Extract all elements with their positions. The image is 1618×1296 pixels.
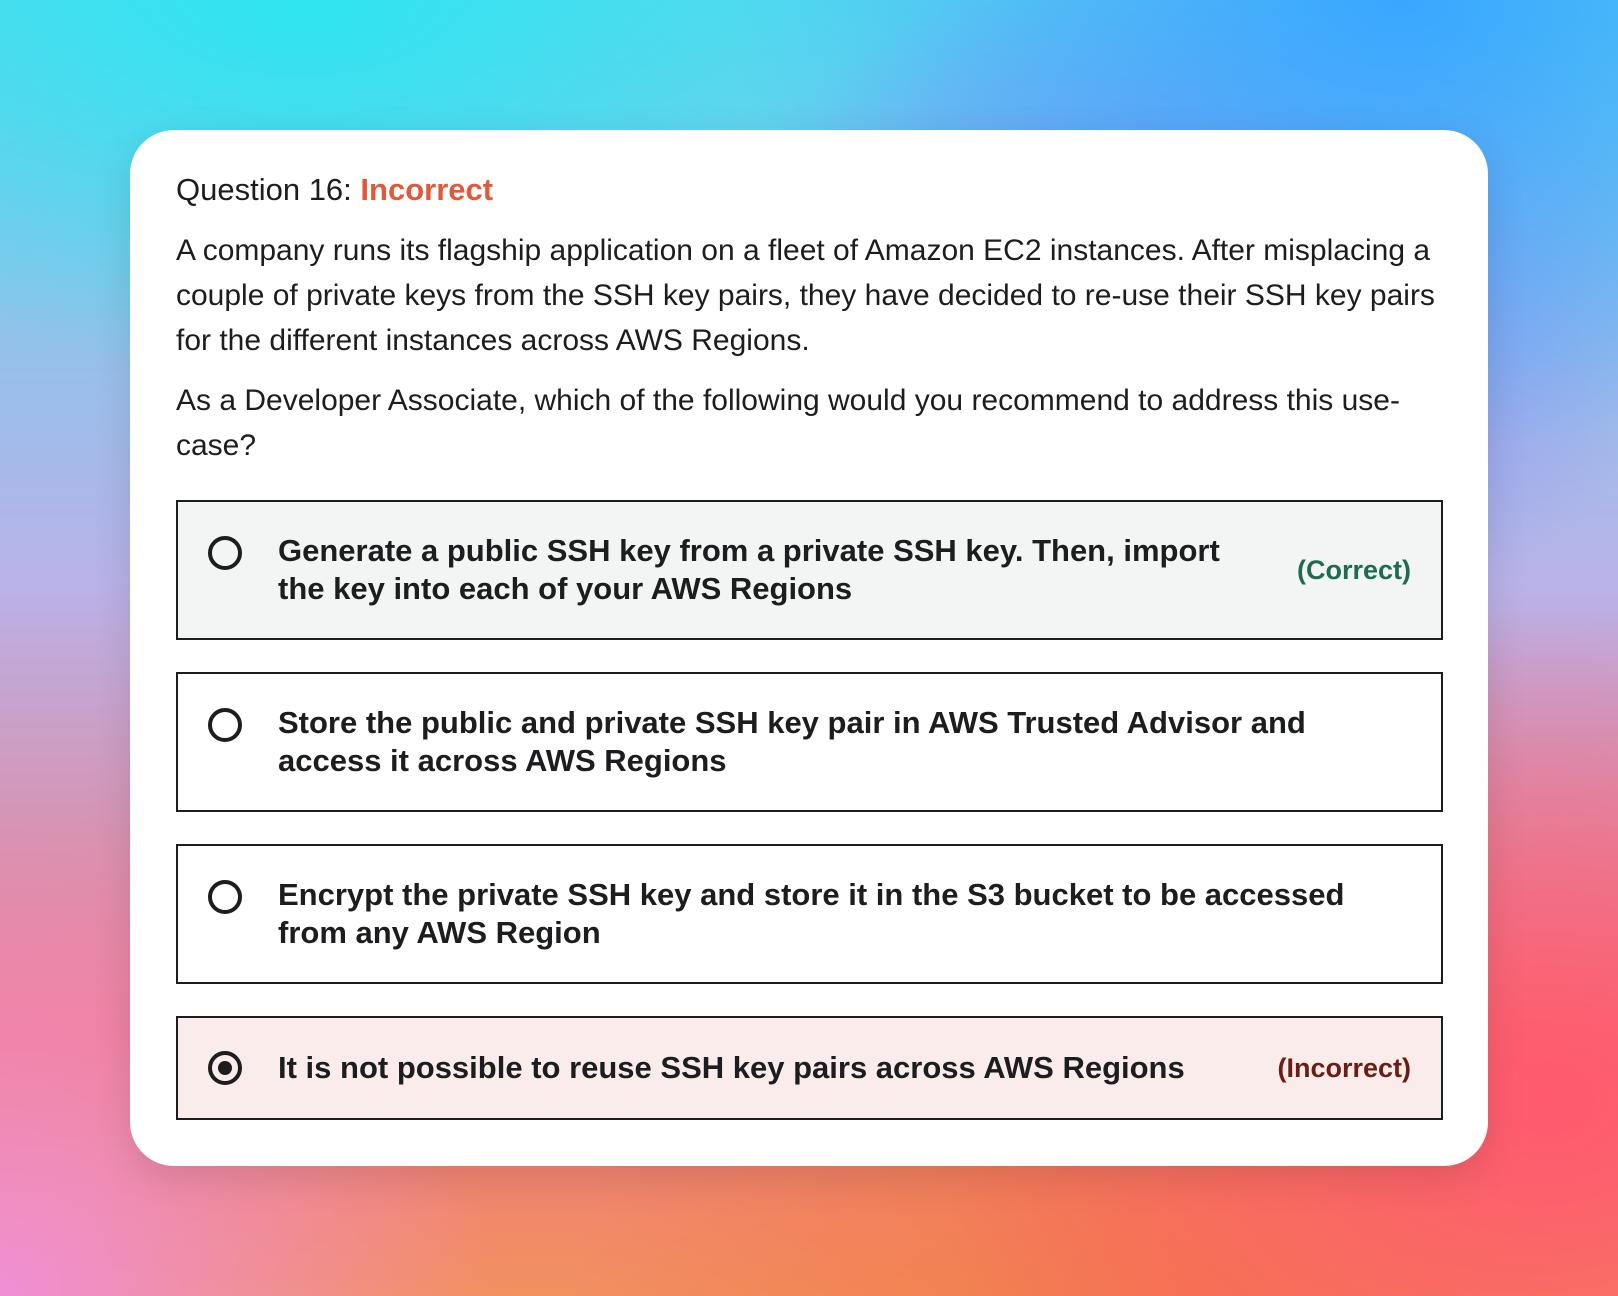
answer-option-3[interactable]: Encrypt the private SSH key and store it…: [176, 844, 1443, 984]
radio-button-icon[interactable]: [208, 880, 242, 914]
answer-text: Encrypt the private SSH key and store it…: [278, 877, 1345, 950]
answer-text: Generate a public SSH key from a private…: [278, 533, 1220, 606]
question-label: Question 16:: [176, 172, 352, 207]
answer-text: It is not possible to reuse SSH key pair…: [278, 1050, 1185, 1085]
question-prompt: As a Developer Associate, which of the f…: [176, 384, 1400, 462]
question-body: A company runs its flagship application …: [176, 228, 1442, 468]
question-header: Question 16: Incorrect: [176, 170, 1442, 210]
radio-button-icon[interactable]: [208, 708, 242, 742]
answer-option-1[interactable]: Generate a public SSH key from a private…: [176, 500, 1443, 640]
answer-options: Generate a public SSH key from a private…: [176, 500, 1443, 1120]
answer-option-4[interactable]: It is not possible to reuse SSH key pair…: [176, 1016, 1443, 1120]
incorrect-label: (Incorrect): [1277, 1052, 1411, 1083]
radio-button-selected-icon[interactable]: [208, 1051, 242, 1085]
answer-text: Store the public and private SSH key pai…: [278, 705, 1306, 778]
question-status: Incorrect: [360, 172, 494, 207]
question-paragraph: A company runs its flagship application …: [176, 234, 1435, 357]
question-card: Question 16: Incorrect A company runs it…: [130, 130, 1488, 1166]
correct-label: (Correct): [1296, 554, 1411, 585]
radio-button-icon[interactable]: [208, 536, 242, 570]
answer-option-2[interactable]: Store the public and private SSH key pai…: [176, 672, 1443, 812]
